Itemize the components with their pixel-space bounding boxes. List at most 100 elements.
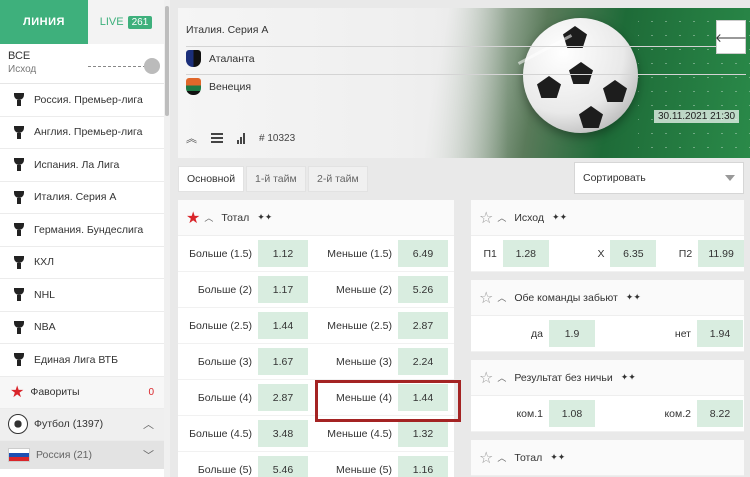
stats-icon[interactable]: ✦✦: [552, 212, 567, 223]
total-market-title: Тотал: [221, 211, 250, 224]
sidebar-league-item[interactable]: Италия. Серия А: [0, 182, 164, 214]
yes-label: да: [531, 327, 543, 340]
sidebar-league-item[interactable]: Испания. Ла Лига: [0, 149, 164, 182]
over-label: Больше (2): [197, 283, 252, 296]
odd-yes[interactable]: 1.9: [549, 320, 595, 347]
outcome-market-title: Исход: [514, 211, 545, 224]
dnb-market-title: Результат без ничьи: [514, 371, 613, 384]
sidebar-scrollbar[interactable]: [164, 0, 170, 477]
outcome-filter[interactable]: ВСЕ Исход: [0, 44, 169, 84]
odd-over[interactable]: 3.48: [258, 420, 308, 447]
odd-under[interactable]: 1.32: [398, 420, 448, 447]
trophy-icon: [14, 190, 24, 204]
star-filled-icon[interactable]: ★: [186, 208, 200, 228]
league-label: NBA: [34, 321, 56, 334]
no-label: нет: [674, 327, 691, 340]
star-outline-icon[interactable]: ☆: [479, 288, 493, 308]
odd-under[interactable]: 2.87: [398, 312, 448, 339]
over-label: Больше (4): [197, 391, 252, 404]
odd-over[interactable]: 2.87: [258, 384, 308, 411]
stats-icon[interactable]: ✦✦: [550, 452, 565, 463]
favorites-item[interactable]: ★ Фавориты 0: [0, 376, 164, 409]
sport-item-football[interactable]: Футбол (1397) ︿: [0, 408, 164, 441]
odd-over[interactable]: 1.17: [258, 276, 308, 303]
odd-over[interactable]: 5.46: [258, 456, 308, 477]
back-button[interactable]: 🡐: [714, 20, 748, 54]
trophy-icon: [14, 353, 24, 367]
p1-label: П1: [483, 247, 497, 260]
odd-team1[interactable]: 1.08: [549, 400, 595, 427]
total-right-header[interactable]: ☆ ︿ Тотал ✦✦: [471, 440, 744, 476]
league-label: КХЛ: [34, 256, 55, 269]
odd-p1[interactable]: 1.28: [502, 240, 549, 267]
star-outline-icon[interactable]: ☆: [479, 448, 493, 468]
sort-dropdown[interactable]: Сортировать: [574, 162, 744, 194]
list-view-icon[interactable]: [211, 133, 223, 143]
right-markets: ☆ ︿ Исход ✦✦ П1 1.28 Х 6.35 П2 11.99 ☆ ︿…: [471, 200, 744, 477]
collapse-up-icon[interactable]: ︽: [186, 130, 197, 146]
stats-icon[interactable]: ✦✦: [257, 212, 272, 223]
stats-icon[interactable]: ✦✦: [621, 372, 636, 383]
league-label: Англия. Премьер-лига: [34, 126, 143, 139]
tab-live-label: LIVE: [99, 16, 124, 28]
filter-slider-track: [88, 66, 146, 67]
tab-first-half[interactable]: 1-й тайм: [246, 166, 306, 192]
sidebar-league-item[interactable]: КХЛ: [0, 247, 164, 279]
dnb-market-header[interactable]: ☆ ︿ Результат без ничьи ✦✦: [471, 360, 744, 396]
odd-under[interactable]: 5.26: [398, 276, 448, 303]
odd-no[interactable]: 1.94: [697, 320, 743, 347]
sidebar-league-item[interactable]: Англия. Премьер-лига: [0, 117, 164, 149]
star-filled-icon: ★: [10, 384, 25, 401]
team2-label: ком.2: [664, 407, 691, 420]
statistics-bars-icon[interactable]: [237, 132, 245, 144]
sidebar-league-item[interactable]: NBA: [0, 312, 164, 344]
odd-p2[interactable]: 11.99: [698, 240, 744, 267]
outcome-market: ☆ ︿ Исход ✦✦ П1 1.28 Х 6.35 П2 11.99: [471, 200, 744, 272]
sidebar-league-item[interactable]: NHL: [0, 279, 164, 312]
country-item-russia[interactable]: Россия (21) ﹀: [0, 440, 164, 469]
team1-label: ком.1: [516, 407, 543, 420]
scrollbar-thumb[interactable]: [165, 6, 169, 116]
p2-label: П2: [678, 247, 693, 260]
match-header: Италия. Серия А Аталанта Венеция ︽ # 103…: [178, 8, 750, 158]
chevron-up-icon: ︿: [143, 419, 154, 431]
odd-over[interactable]: 1.67: [258, 348, 308, 375]
league-label: Италия. Серия А: [34, 191, 117, 204]
chevron-up-icon: ︿: [497, 453, 507, 463]
btts-market: ☆ ︿ Обе команды забьют ✦✦ да 1.9 нет 1.9…: [471, 280, 744, 352]
filter-slider-knob[interactable]: [144, 58, 160, 74]
team1-crest-icon: [186, 50, 201, 67]
outcome-market-header[interactable]: ☆ ︿ Исход ✦✦: [471, 200, 744, 236]
odd-team2[interactable]: 8.22: [697, 400, 743, 427]
russia-flag-icon: [8, 447, 30, 462]
btts-row: да 1.9 нет 1.94: [471, 316, 744, 352]
sidebar-league-item[interactable]: Германия. Бундеслига: [0, 214, 164, 247]
tab-second-half[interactable]: 2-й тайм: [308, 166, 368, 192]
btts-market-header[interactable]: ☆ ︿ Обе команды забьют ✦✦: [471, 280, 744, 316]
stats-icon[interactable]: ✦✦: [626, 292, 641, 303]
arrow-left-icon: 🡐: [714, 30, 748, 45]
sidebar-tabs: ЛИНИЯ LIVE 261: [0, 0, 169, 44]
total-rows: Больше (1.5) 1.12 Меньше (1.5) 6.49 Больше (…: [178, 236, 454, 477]
sidebar-league-item[interactable]: Россия. Премьер-лига: [0, 84, 164, 117]
filter-title: ВСЕ: [8, 50, 31, 62]
under-label: Меньше (5): [336, 463, 392, 476]
team1-row: Аталанта: [186, 46, 746, 70]
odd-over[interactable]: 1.44: [258, 312, 308, 339]
odd-under[interactable]: 1.16: [398, 456, 448, 477]
odd-under[interactable]: 6.49: [398, 240, 448, 267]
trophy-icon: [14, 288, 24, 302]
sidebar-league-item[interactable]: Единая Лига ВТБ: [0, 344, 164, 377]
odd-x[interactable]: 6.35: [610, 240, 657, 267]
tab-line[interactable]: ЛИНИЯ: [0, 0, 88, 44]
over-label: Больше (1.5): [189, 247, 252, 260]
x-label: Х: [597, 247, 605, 260]
total-market-header[interactable]: ★ ︿ Тотал ✦✦: [178, 200, 454, 236]
star-outline-icon[interactable]: ☆: [479, 368, 493, 388]
star-outline-icon[interactable]: ☆: [479, 208, 493, 228]
odd-under[interactable]: 2.24: [398, 348, 448, 375]
odd-over[interactable]: 1.12: [258, 240, 308, 267]
tab-live[interactable]: LIVE 261: [88, 0, 164, 44]
tab-main[interactable]: Основной: [178, 166, 245, 192]
live-count-badge: 261: [127, 15, 153, 29]
